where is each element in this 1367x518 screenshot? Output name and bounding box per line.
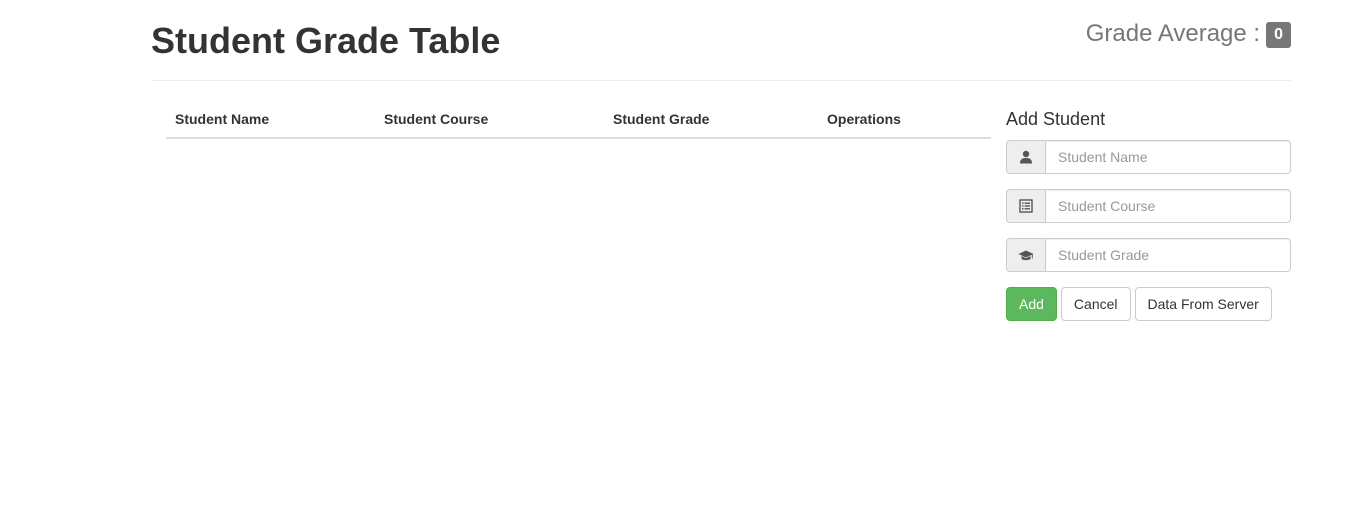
- student-grade-input[interactable]: [1045, 238, 1291, 272]
- column-header-student-grade: Student Grade: [604, 100, 818, 139]
- user-icon: [1006, 140, 1045, 174]
- grade-average-badge: 0: [1266, 22, 1291, 48]
- student-grade-group: [1006, 238, 1291, 272]
- graduation-cap-icon: [1006, 238, 1045, 272]
- student-name-input[interactable]: [1045, 140, 1291, 174]
- page: Student Grade Table Grade Average : 0 St…: [0, 0, 1367, 518]
- form-buttons: Add Cancel Data From Server: [1006, 287, 1291, 321]
- student-name-group: [1006, 140, 1291, 174]
- page-title: Student Grade Table: [151, 20, 501, 61]
- column-header-operations: Operations: [818, 100, 991, 139]
- form-title: Add Student: [1006, 109, 1106, 129]
- column-header-student-course: Student Course: [375, 100, 604, 139]
- table-header-row: Student Name Student Course Student Grad…: [166, 100, 991, 139]
- page-header: Student Grade Table Grade Average : 0: [151, 0, 1291, 81]
- add-button[interactable]: Add: [1006, 287, 1057, 321]
- student-table-container: Student Name Student Course Student Grad…: [166, 100, 991, 139]
- cancel-button[interactable]: Cancel: [1060, 287, 1131, 321]
- list-alt-icon: [1006, 189, 1045, 223]
- column-header-student-name: Student Name: [166, 100, 375, 139]
- add-student-form: Add Student Student Name Student Course …: [1006, 108, 1291, 321]
- grade-average: Grade Average : 0: [1086, 19, 1291, 48]
- student-course-group: [1006, 189, 1291, 223]
- grade-average-label: Grade Average :: [1085, 19, 1261, 47]
- student-table: Student Name Student Course Student Grad…: [166, 100, 991, 139]
- student-course-input[interactable]: [1045, 189, 1291, 223]
- data-from-server-button[interactable]: Data From Server: [1134, 287, 1272, 321]
